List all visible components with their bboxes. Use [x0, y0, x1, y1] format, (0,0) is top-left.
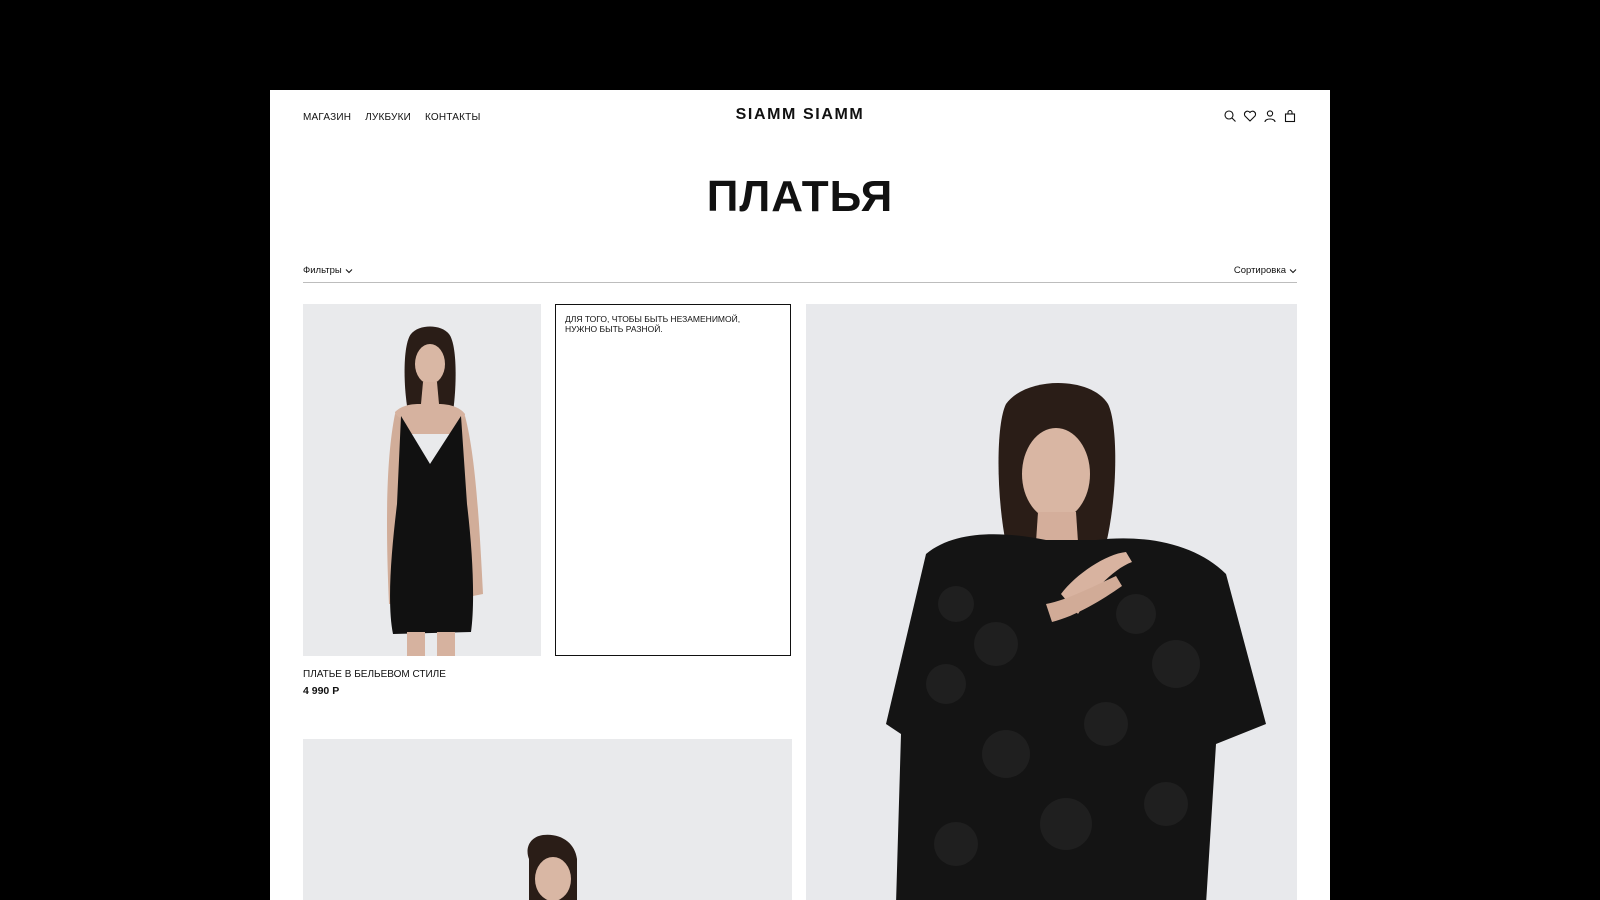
nav-link-contacts[interactable]: КОНТАКТЫ [425, 112, 481, 123]
filters-label: Фильтры [303, 265, 342, 276]
product-image[interactable] [303, 739, 792, 900]
sort-button[interactable]: Сортировка [1234, 265, 1297, 276]
filters-button[interactable]: Фильтры [303, 265, 353, 276]
site-header: МАГАЗИН ЛУКБУКИ КОНТАКТЫ SIAMM SIAMM [303, 106, 1297, 130]
bag-icon[interactable] [1283, 109, 1297, 123]
nav-link-shop[interactable]: МАГАЗИН [303, 112, 351, 123]
quote-text: ДЛЯ ТОГО, ЧТОБЫ БЫТЬ НЕЗАМЕНИМОЙ, НУЖНО … [565, 314, 741, 334]
product-image-large[interactable] [806, 304, 1297, 900]
nav-link-lookbooks[interactable]: ЛУКБУКИ [365, 112, 411, 123]
page: МАГАЗИН ЛУКБУКИ КОНТАКТЫ SIAMM SIAMM ПЛА… [270, 90, 1330, 900]
page-title: ПЛАТЬЯ [706, 172, 894, 221]
heart-icon[interactable] [1243, 109, 1257, 123]
catalog-toolbar: Фильтры Сортировка [303, 265, 1297, 283]
quote-card: ДЛЯ ТОГО, ЧТОБЫ БЫТЬ НЕЗАМЕНИМОЙ, НУЖНО … [555, 304, 791, 656]
product-price: 4 990 Р [303, 685, 340, 697]
product-name[interactable]: ПЛАТЬЕ В БЕЛЬЕВОМ СТИЛЕ [303, 669, 446, 680]
header-icons [1223, 109, 1297, 123]
brand-logo[interactable]: SIAMM SIAMM [736, 106, 865, 124]
search-icon[interactable] [1223, 109, 1237, 123]
main-nav: МАГАЗИН ЛУКБУКИ КОНТАКТЫ [303, 112, 481, 123]
product-image[interactable] [303, 304, 541, 656]
user-icon[interactable] [1263, 109, 1277, 123]
chevron-down-icon [345, 268, 353, 273]
chevron-down-icon [1289, 268, 1297, 273]
sort-label: Сортировка [1233, 265, 1286, 276]
